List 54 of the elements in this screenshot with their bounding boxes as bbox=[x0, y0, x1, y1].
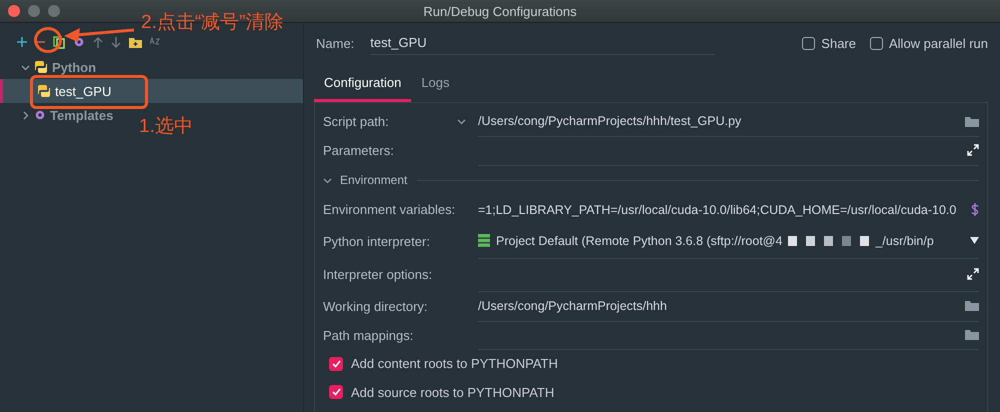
python-icon bbox=[37, 84, 51, 98]
path-field[interactable]: /Users/cong/PycharmProjects/hhh bbox=[478, 290, 979, 322]
highlight-circle bbox=[34, 27, 62, 53]
field-label: Interpreter options: bbox=[323, 267, 432, 282]
tab[interactable]: Logs bbox=[411, 65, 460, 102]
script-path-field[interactable]: /Users/cong/PycharmProjects/hhh/test_GPU.py bbox=[478, 106, 979, 136]
maximize-window-button[interactable] bbox=[48, 5, 60, 17]
folder-icon[interactable] bbox=[129, 36, 142, 48]
arrow-down-icon[interactable] bbox=[111, 36, 121, 48]
sort-icon[interactable] bbox=[150, 37, 163, 47]
window-title: Run/Debug Configurations bbox=[423, 4, 577, 18]
chevron-icon[interactable] bbox=[21, 62, 30, 72]
section-title: Environment bbox=[340, 173, 408, 187]
checkmark-icon bbox=[332, 388, 340, 396]
tree-item[interactable]: Templates bbox=[0, 103, 118, 127]
field-label: Path mappings: bbox=[323, 328, 414, 342]
folder-icon[interactable] bbox=[965, 329, 979, 340]
chevron-icon[interactable] bbox=[323, 176, 332, 184]
env-variables-field[interactable]: =1;LD_LIBRARY_PATH=/usr/local/cuda-10.0/lib64;CUDA_HOME=/usr/local/cuda-10.0 bbox=[478, 195, 979, 224]
expand-icon[interactable] bbox=[967, 144, 979, 156]
field-label: Parameters: bbox=[323, 143, 394, 158]
settings-icon[interactable] bbox=[34, 109, 46, 121]
tab[interactable]: Configuration bbox=[314, 65, 412, 102]
python-icon bbox=[34, 60, 48, 74]
annotation-arrow bbox=[64, 26, 136, 42]
minimize-window-button[interactable] bbox=[28, 5, 40, 17]
annotation-label: 2.点击“减号”清除 bbox=[141, 11, 284, 35]
folder-icon[interactable] bbox=[965, 300, 979, 311]
name-field[interactable]: test_GPU bbox=[370, 32, 716, 54]
annotation-label: 1.选中 bbox=[139, 115, 193, 139]
arrow-up-icon[interactable] bbox=[93, 36, 103, 48]
close-window-button[interactable] bbox=[8, 5, 20, 17]
checkbox-option[interactable]: Add content roots to PYTHONPATH bbox=[329, 356, 558, 371]
checkbox-option[interactable]: Add source roots to PYTHONPATH bbox=[329, 384, 554, 400]
copy-icon[interactable] bbox=[53, 36, 65, 48]
tree-item[interactable]: test_GPU bbox=[0, 79, 303, 103]
dropdown-arrow-icon[interactable] bbox=[970, 237, 979, 244]
checkmark-icon bbox=[332, 360, 340, 368]
chevron-icon[interactable] bbox=[457, 117, 466, 126]
field-label: Working directory: bbox=[323, 298, 428, 314]
dollar-icon[interactable] bbox=[971, 203, 979, 216]
checkbox-option[interactable]: Share bbox=[802, 36, 856, 50]
name-label: Name: bbox=[316, 36, 354, 50]
expand-icon[interactable] bbox=[967, 268, 979, 280]
server-icon bbox=[478, 234, 490, 247]
add-icon[interactable] bbox=[17, 37, 27, 47]
chevron-icon[interactable] bbox=[21, 110, 30, 120]
tree-item[interactable]: Python bbox=[0, 55, 100, 79]
field-label: Environment variables: bbox=[323, 202, 456, 217]
field-label: Script path: bbox=[323, 114, 389, 129]
field-label: Python interpreter: bbox=[323, 234, 430, 248]
checkbox-option[interactable]: Allow parallel run bbox=[870, 36, 988, 50]
folder-icon[interactable] bbox=[965, 116, 979, 126]
interpreter-dropdown[interactable]: Project Default (Remote Python 3.6.8 (sftp://root@4 _/usr/bin/p bbox=[478, 224, 979, 258]
